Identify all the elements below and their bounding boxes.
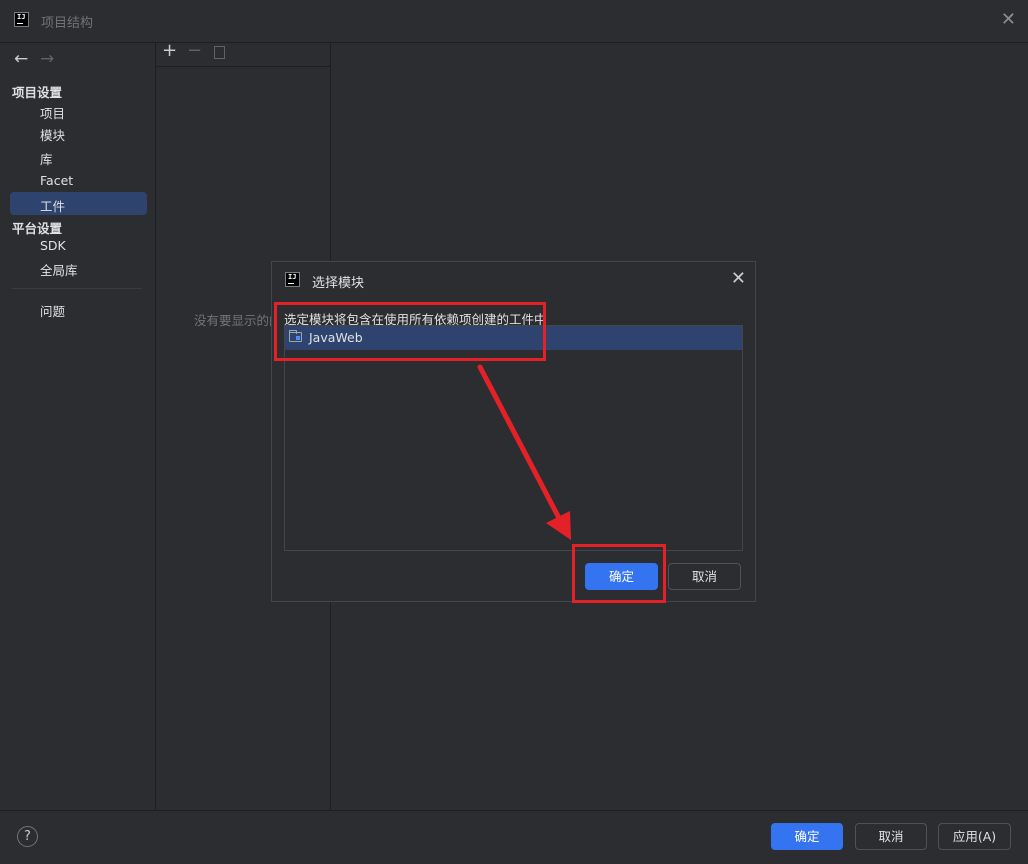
arrow-left-icon[interactable]: ← xyxy=(14,49,28,69)
dialog-cancel-button[interactable]: 取消 xyxy=(668,563,741,590)
title-bar: 项目结构 ✕ xyxy=(0,0,1028,43)
window-title: 项目结构 xyxy=(41,16,94,31)
module-list[interactable]: JavaWeb xyxy=(284,325,743,551)
sidebar-item-global-libraries[interactable]: 全局库 xyxy=(40,260,78,279)
intellij-logo-icon xyxy=(14,12,29,27)
copy-icon[interactable] xyxy=(214,46,225,59)
minus-icon[interactable]: − xyxy=(187,40,202,61)
sidebar-item-facets[interactable]: Facet xyxy=(40,173,73,188)
apply-button[interactable]: 应用(A) xyxy=(938,823,1011,850)
choose-modules-dialog: 选择模块 ✕ 选定模块将包含在使用所有依赖项创建的工件中 JavaWeb 确定 … xyxy=(271,261,756,602)
settings-sidebar: ← → 项目设置 项目 模块 库 Facet 工件 平台设置 SDK 全局库 问… xyxy=(0,43,156,810)
list-item[interactable]: JavaWeb xyxy=(285,326,742,350)
arrow-right-icon[interactable]: → xyxy=(40,49,54,69)
intellij-logo-icon xyxy=(285,272,300,287)
sidebar-item-artifacts[interactable]: 工件 xyxy=(40,196,65,215)
close-icon[interactable]: ✕ xyxy=(1001,9,1016,30)
artifacts-toolbar: + − xyxy=(156,40,330,67)
sidebar-item-modules[interactable]: 模块 xyxy=(40,125,65,144)
sidebar-item-problems[interactable]: 问题 xyxy=(40,301,65,320)
sidebar-selection-highlight xyxy=(10,192,147,215)
module-name: JavaWeb xyxy=(309,330,363,345)
help-button[interactable]: ? xyxy=(17,826,38,847)
module-folder-icon xyxy=(289,330,302,342)
plus-icon[interactable]: + xyxy=(162,40,177,61)
sidebar-item-sdk[interactable]: SDK xyxy=(40,238,66,253)
close-icon[interactable]: ✕ xyxy=(731,268,746,289)
section-header-platform-settings: 平台设置 xyxy=(12,221,63,236)
sidebar-divider xyxy=(12,288,142,289)
cancel-button[interactable]: 取消 xyxy=(855,823,927,850)
dialog-title: 选择模块 xyxy=(312,276,365,291)
section-header-project-settings: 项目设置 xyxy=(12,85,63,100)
dialog-ok-button[interactable]: 确定 xyxy=(585,563,658,590)
ok-button[interactable]: 确定 xyxy=(771,823,843,850)
sidebar-item-libraries[interactable]: 库 xyxy=(40,149,53,168)
dialog-footer: ? 确定 取消 应用(A) xyxy=(0,810,1028,864)
sidebar-item-project[interactable]: 项目 xyxy=(40,103,65,122)
